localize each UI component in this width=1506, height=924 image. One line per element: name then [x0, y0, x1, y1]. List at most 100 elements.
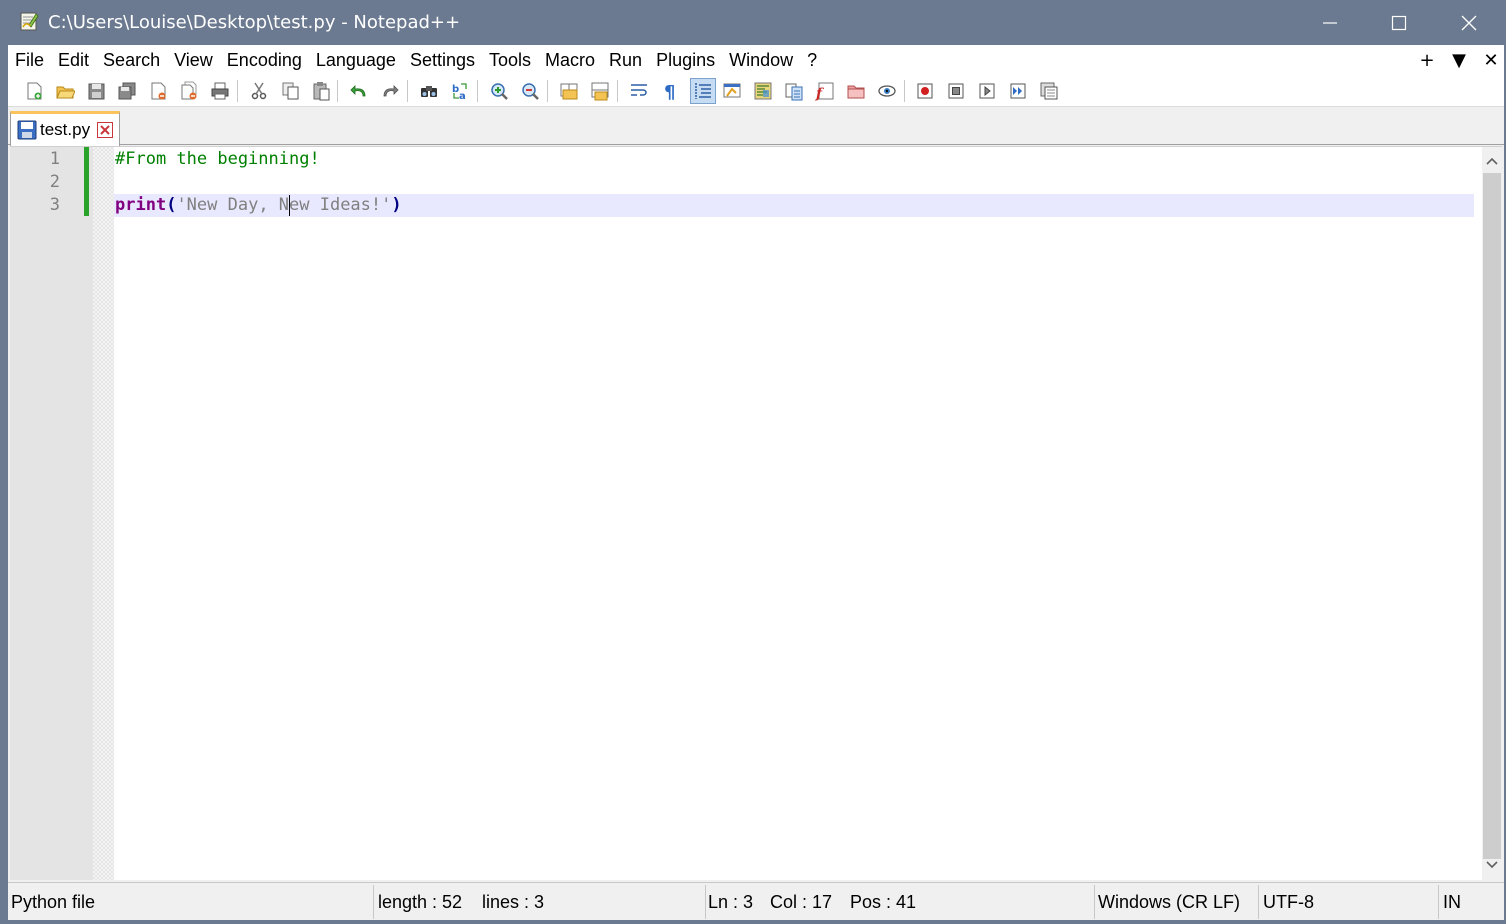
- replace-button[interactable]: ba: [447, 78, 473, 104]
- status-file-type: Python file: [11, 892, 96, 912]
- menu-language[interactable]: Language: [309, 45, 403, 75]
- maximize-icon: [1391, 15, 1407, 30]
- copy-icon: [282, 82, 299, 100]
- open-file-icon: [56, 86, 75, 99]
- close-button[interactable]: [145, 78, 171, 104]
- find-icon: [421, 86, 437, 97]
- editor-area[interactable]: 1 2 3 #From the beginning! print('New Day…: [10, 146, 1502, 881]
- status-lines: lines : 3: [482, 892, 545, 912]
- undo-button[interactable]: [346, 78, 372, 104]
- tab-label: test.py: [40, 120, 91, 139]
- zoom-in-button[interactable]: [486, 78, 512, 104]
- title-bar[interactable]: C:\Users\Louise\Desktop\test.py - Notepa…: [0, 0, 1506, 45]
- sync-vertical-button[interactable]: [556, 78, 582, 104]
- line-number: 2: [49, 172, 60, 192]
- scroll-up-icon[interactable]: [1482, 149, 1502, 173]
- code-line[interactable]: print('New Day, New Ideas!'): [114, 194, 1474, 217]
- saved-disk-icon: [17, 120, 37, 144]
- menu-help[interactable]: ?: [800, 45, 824, 75]
- tab-list-button[interactable]: ▼: [1450, 50, 1468, 71]
- close-tab-button[interactable]: ✕: [1482, 50, 1500, 71]
- new-tab-button[interactable]: +: [1418, 50, 1436, 71]
- menu-encoding[interactable]: Encoding: [220, 45, 309, 75]
- folder-workspace-button[interactable]: [843, 78, 869, 104]
- save-button[interactable]: [83, 78, 109, 104]
- redo-icon: [383, 85, 399, 97]
- scroll-down-icon[interactable]: [1482, 853, 1502, 877]
- copy-button[interactable]: [277, 78, 303, 104]
- tab-close-icon[interactable]: [97, 122, 113, 138]
- tab-test-py[interactable]: test.py: [10, 111, 120, 146]
- menu-run[interactable]: Run: [602, 45, 649, 75]
- run-macro-multiple-button[interactable]: [1005, 78, 1031, 104]
- save-all-button[interactable]: [114, 78, 140, 104]
- function-list-button[interactable]: ƒ: [812, 78, 838, 104]
- save-macro-button[interactable]: [1036, 78, 1062, 104]
- menu-tools[interactable]: Tools: [482, 45, 538, 75]
- stop-macro-icon: [948, 83, 964, 99]
- minimize-button[interactable]: [1295, 0, 1365, 45]
- zoom-out-icon: [522, 83, 539, 100]
- close-all-button[interactable]: [176, 78, 202, 104]
- print-icon: [211, 82, 229, 100]
- close-window-button[interactable]: [1434, 0, 1504, 45]
- stop-macro-button[interactable]: [943, 78, 969, 104]
- doc-map-button[interactable]: [750, 78, 776, 104]
- code-token-string: 'New Day, New Ideas!': [176, 195, 392, 215]
- play-macro-button[interactable]: [974, 78, 1000, 104]
- zoom-out-button[interactable]: [517, 78, 543, 104]
- redo-button[interactable]: [377, 78, 403, 104]
- code-line[interactable]: [114, 171, 1474, 194]
- folder-workspace-icon: [847, 85, 865, 99]
- monitoring-icon: [878, 85, 896, 97]
- code-line[interactable]: #From the beginning!: [114, 148, 1474, 171]
- replace-icon: ba: [452, 83, 467, 101]
- play-macro-icon: [979, 83, 995, 99]
- sync-horizontal-button[interactable]: [587, 78, 613, 104]
- menu-search[interactable]: Search: [96, 45, 167, 75]
- vertical-scrollbar[interactable]: [1482, 147, 1502, 881]
- status-insert-mode[interactable]: IN: [1440, 883, 1461, 921]
- new-file-button[interactable]: [21, 78, 47, 104]
- new-file-icon: [27, 82, 42, 100]
- text-caret: [289, 195, 291, 216]
- open-file-button[interactable]: [52, 78, 78, 104]
- sync-horizontal-icon: [591, 82, 609, 101]
- doc-list-button[interactable]: [781, 78, 807, 104]
- paste-button[interactable]: [308, 78, 334, 104]
- toolbar-separator: [407, 80, 408, 102]
- udl-button[interactable]: [719, 78, 745, 104]
- cut-icon: [251, 82, 267, 100]
- menu-settings[interactable]: Settings: [403, 45, 482, 75]
- show-all-chars-button[interactable]: ¶: [657, 78, 683, 104]
- menu-window[interactable]: Window: [722, 45, 800, 75]
- status-column: Col : 17: [770, 892, 833, 912]
- status-encoding[interactable]: UTF-8: [1260, 883, 1314, 921]
- menu-view[interactable]: View: [167, 45, 220, 75]
- monitoring-button[interactable]: [874, 78, 900, 104]
- notepadpp-app-icon: [19, 11, 39, 31]
- status-eol[interactable]: Windows (CR LF): [1095, 883, 1240, 921]
- cut-button[interactable]: [246, 78, 272, 104]
- menu-macro[interactable]: Macro: [538, 45, 602, 75]
- scrollbar-thumb[interactable]: [1483, 173, 1501, 859]
- svg-text:¶: ¶: [664, 82, 675, 101]
- find-button[interactable]: [416, 78, 442, 104]
- show-all-chars-icon: ¶: [664, 82, 675, 101]
- close-icon: [151, 82, 166, 100]
- word-wrap-button[interactable]: [626, 78, 652, 104]
- indent-guide-button[interactable]: [690, 78, 716, 104]
- run-macro-multiple-icon: [1010, 83, 1026, 99]
- toolbar-separator: [337, 80, 338, 102]
- fold-margin[interactable]: [93, 147, 114, 880]
- menu-plugins[interactable]: Plugins: [649, 45, 722, 75]
- code-text-area[interactable]: #From the beginning! print('New Day, New …: [114, 147, 1474, 880]
- record-macro-button[interactable]: [912, 78, 938, 104]
- undo-icon: [350, 85, 366, 97]
- print-button[interactable]: [207, 78, 233, 104]
- menu-file[interactable]: File: [8, 45, 51, 75]
- menu-edit[interactable]: Edit: [51, 45, 96, 75]
- tab-bar: test.py: [8, 108, 1504, 146]
- notepadpp-window: C:\Users\Louise\Desktop\test.py - Notepa…: [0, 0, 1506, 924]
- maximize-button[interactable]: [1364, 0, 1434, 45]
